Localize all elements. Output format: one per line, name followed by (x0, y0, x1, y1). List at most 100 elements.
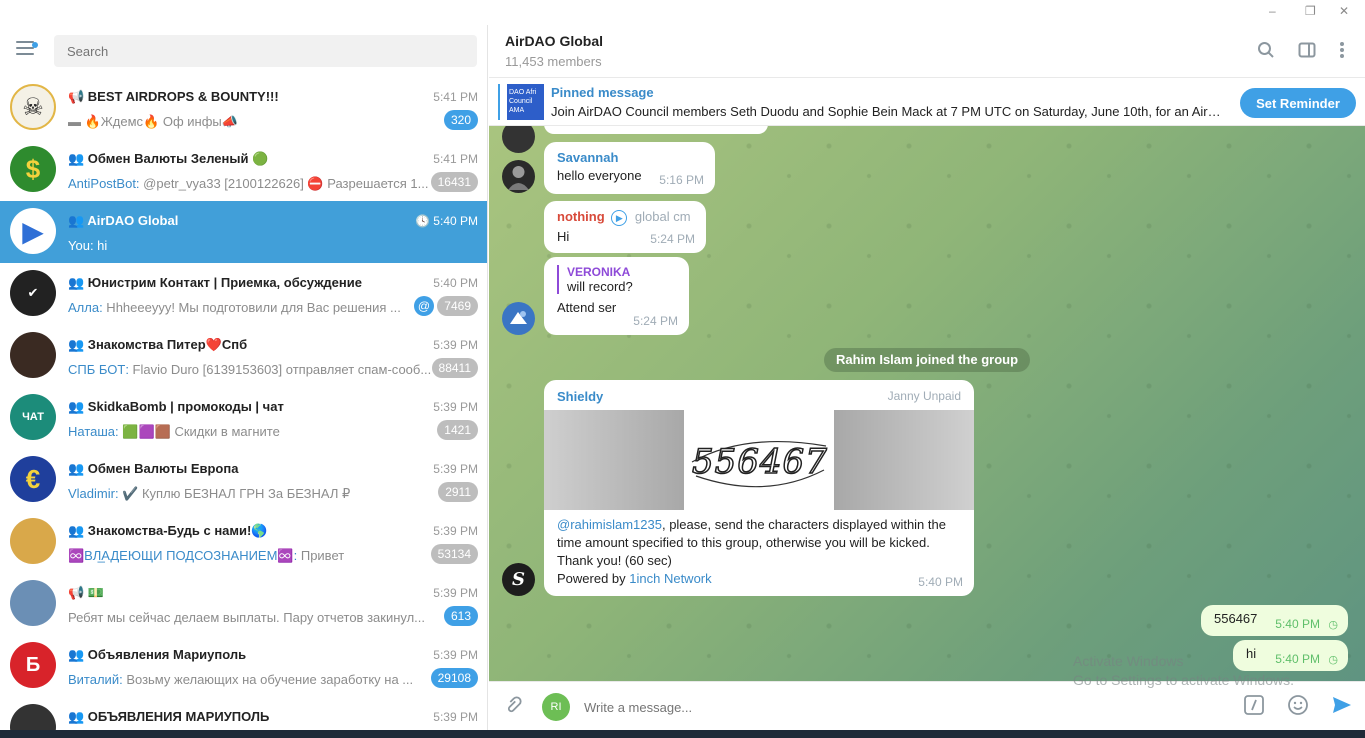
preview-text: 🟩🟪🟫 Скидки в магните (118, 424, 280, 439)
outgoing-message-bubble[interactable]: 556467 5:40 PM ◷ (1201, 605, 1348, 636)
chat-title: 👥 Объявления Мариуполь (68, 647, 247, 662)
chat-time: 5:41 PM (433, 152, 478, 166)
chat-time: 5:40 PM (433, 276, 478, 290)
chat-preview: ▬ 🔥Ждемс🔥 Оф инфы📣 (68, 114, 432, 130)
preview-text: Flavio Duro [6139153603] отправляет спам… (128, 362, 432, 377)
more-options-icon[interactable] (1331, 41, 1353, 63)
preview-text: Hhheeeyyy! Мы подготовили для Вас решени… (102, 300, 401, 315)
captcha-image[interactable]: 556467 (544, 410, 974, 510)
captcha-text: 556467 (691, 441, 828, 483)
pinned-thumbnail: DAO Afri Council AMA (507, 84, 544, 120)
chat-list-item[interactable]: 👥 Знакомства Питер❤️Спб 5:39 PM СПБ БОТ: F… (0, 325, 487, 387)
chat-time: 🕓 5:40 PM (415, 214, 478, 228)
admin-tag: Janny Unpaid (887, 389, 961, 403)
message-time: 5:24 PM (633, 314, 678, 328)
reply-quote[interactable]: VERONIKA will record? (557, 265, 676, 294)
message-time: 5:16 PM (659, 173, 704, 187)
window-titlebar: – ❐ ✕ (0, 0, 1365, 25)
preview-sender: Наташа: (68, 424, 119, 439)
message-input[interactable] (584, 696, 1144, 718)
avatar: ✔ (10, 270, 56, 316)
message-bubble[interactable]: Savannah hello everyone 5:16 PM (544, 142, 715, 194)
avatar-savannah[interactable] (502, 160, 535, 193)
member-count: 11,453 members (505, 54, 602, 69)
chat-header: AirDAO Global 11,453 members (489, 25, 1365, 78)
send-as-avatar[interactable]: RI (542, 693, 570, 721)
message-bubble[interactable]: nothing ▶ global cm Hi 5:24 PM (544, 201, 706, 253)
chat-preview: ♾️ВЛ̲АДЕЮЩИ ПОДСОЗНАНИЕМ♾️: Привет (68, 548, 432, 564)
pinned-text: Join AirDAO Council members Seth Duodu a… (551, 104, 1221, 119)
chat-list-item[interactable]: 👥 Знакомства-Будь с нами!🌎 5:39 PM ♾️ВЛ̲АД… (0, 511, 487, 573)
search-input[interactable] (54, 35, 477, 67)
pinned-message-bar[interactable]: DAO Afri Council AMA Pinned message Join… (489, 78, 1365, 126)
chat-list-item[interactable]: € 👥 Обмен Валюты Европа 5:39 PM Vladimir: ✔… (0, 449, 487, 511)
blurred-image-right (834, 410, 974, 510)
emoji-icon[interactable] (1286, 694, 1310, 718)
avatar: Б (10, 642, 56, 688)
pending-clock-icon: ◷ (1328, 619, 1338, 631)
preview-sender: Алла: (68, 300, 103, 315)
unread-badge: 29108 (430, 668, 478, 688)
chat-title[interactable]: AirDAO Global (505, 33, 603, 49)
service-message-joined: Rahim Islam joined the group (824, 348, 1031, 372)
preview-text: Ребят мы сейчас делаем выплаты. Пару отч… (68, 610, 426, 625)
chat-time: 5:39 PM (433, 586, 478, 600)
chat-title: 👥 Юнистрим Контакт | Приемка, обсуждение (68, 275, 362, 290)
sidebar-toggle-icon[interactable] (1296, 41, 1318, 63)
chat-list-item[interactable]: ☠ 📢 BEST AIRDROPS & BOUNTY!!! 5:41 PM ▬ 🔥Жд… (0, 77, 487, 139)
message-area[interactable]: Savannah hello everyone 5:16 PM nothing … (489, 126, 1365, 681)
captcha-message-bubble[interactable]: Shieldy Janny Unpaid 556467 @rahimislam1… (544, 380, 974, 596)
preview-text: ✔️ Куплю БЕЗНАЛ ГРН За БЕЗНАЛ ₽ (118, 486, 351, 501)
unread-badge: 16431 (430, 172, 478, 192)
chat-list-item[interactable]: 👥 ОБЪЯВЛЕНИЯ МАРИУПОЛЬ 5:39 PM (0, 697, 487, 730)
chat-list-item[interactable]: ✔ 👥 Юнистрим Контакт | Приемка, обсуждени… (0, 263, 487, 325)
message-author[interactable]: Shieldy (557, 389, 603, 404)
message-author[interactable]: Savannah (557, 150, 702, 165)
user-mention-link[interactable]: @rahimislam1235 (557, 517, 662, 532)
message-bubble-reply[interactable]: VERONIKA will record? Attend ser 5:24 PM (544, 257, 689, 335)
set-reminder-button[interactable]: Set Reminder (1240, 88, 1356, 118)
restore-icon[interactable]: ❐ (1305, 4, 1316, 18)
pinned-title: Pinned message (551, 85, 654, 100)
chat-time: 5:39 PM (433, 462, 478, 476)
chat-title: 👥 Обмен Валюты Европа (68, 461, 239, 476)
chat-list-item[interactable]: 📢 💵 5:39 PM Ребят мы сейчас делаем выплаты… (0, 573, 487, 635)
avatar-shieldy[interactable]: S (502, 563, 535, 596)
chat-title: 👥 Знакомства Питер❤️Спб (68, 337, 248, 352)
close-icon[interactable]: ✕ (1339, 4, 1349, 18)
chat-preview: Ребят мы сейчас делаем выплаты. Пару отч… (68, 610, 432, 625)
chat-preview: AntiPostBot: @petr_vya33 [2100122626] ⛔ … (68, 176, 432, 192)
minimize-icon[interactable]: – (1269, 4, 1276, 18)
chat-time: 5:39 PM (433, 710, 478, 724)
chat-preview: Наташа: 🟩🟪🟫 Скидки в магните (68, 424, 432, 440)
avatar-veronika[interactable] (502, 302, 535, 335)
attach-icon[interactable] (495, 691, 528, 724)
chat-list-item[interactable]: Б 👥 Объявления Мариуполь 5:39 PM Виталий: В… (0, 635, 487, 697)
unread-badge: 2911 (438, 482, 478, 502)
blurred-image-left (544, 410, 684, 510)
chat-title: 👥 ОБЪЯВЛЕНИЯ МАРИУПОЛЬ (68, 709, 270, 724)
powered-by-link[interactable]: 1inch Network (629, 571, 711, 586)
chat-title: 📢 💵 (68, 585, 104, 600)
chat-list-item[interactable]: ЧАТ 👥 SkidkaBomb | промокоды | чат 5:39 PM… (0, 387, 487, 449)
pinned-indicator (498, 84, 500, 120)
message-time: 5:40 PM (1275, 617, 1320, 631)
chat-title: 👥 Обмен Валюты Зеленый 🟢 (68, 151, 269, 166)
chat-time: 5:39 PM (433, 338, 478, 352)
watermark-line-2: Go to Settings to activate Windows. (1073, 672, 1294, 688)
avatar (10, 704, 56, 730)
preview-sender: Виталий: (68, 672, 123, 687)
watermark-line-1: Activate Windows (1073, 653, 1184, 669)
chat-title: 👥 AirDAO Global (68, 213, 179, 228)
send-icon[interactable] (1330, 694, 1354, 718)
bot-commands-icon[interactable] (1242, 694, 1266, 718)
message-author[interactable]: nothing (557, 209, 605, 224)
chat-list-item[interactable]: ▶ 👥 AirDAO Global 🕓 5:40 PM You: hi (0, 201, 487, 263)
avatar (10, 518, 56, 564)
preview-sender: AntiPostBot: (68, 176, 140, 191)
avatar: $ (10, 146, 56, 192)
search-icon[interactable] (1255, 41, 1277, 63)
chat-list-item[interactable]: $ 👥 Обмен Валюты Зеленый 🟢 5:41 PM AntiPost… (0, 139, 487, 201)
unread-badge: 7469 (437, 296, 478, 316)
notification-dot (32, 42, 38, 48)
